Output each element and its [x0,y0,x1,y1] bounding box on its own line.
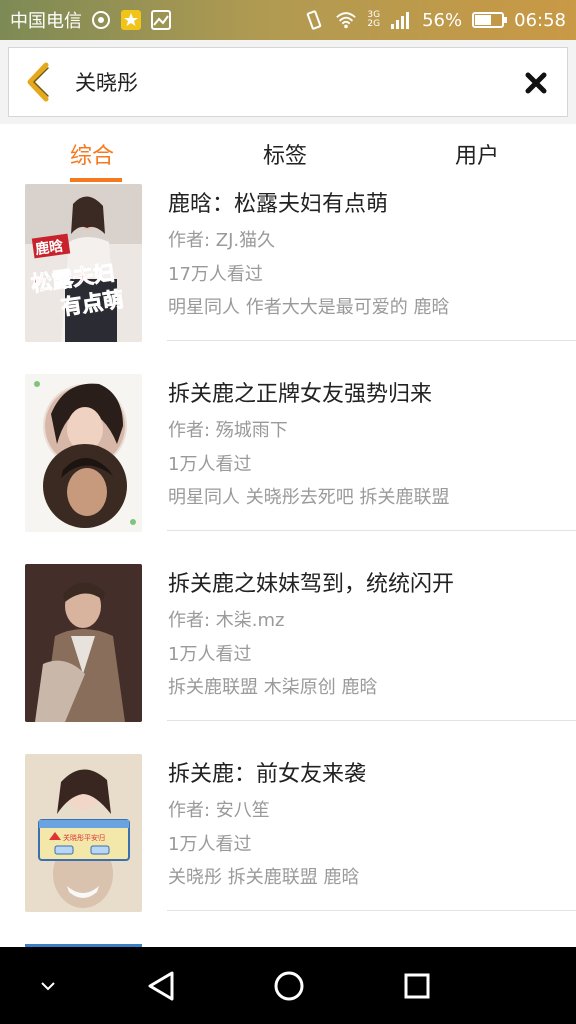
divider [167,340,576,341]
recents-nav-button[interactable] [393,947,441,1024]
triangle-back-icon [148,971,174,1000]
book-views: 17万人看过 [168,264,263,285]
tab-tags[interactable]: 标签 [263,138,307,170]
status-bar: 中国电信 3G 2G 56% 06:58 [0,0,576,40]
book-cover[interactable]: 鹿晗 松露夫妇 有点萌 [25,184,142,342]
list-item[interactable]: 鹿晗 松露夫妇 有点萌 鹿晗：松露夫妇有点萌 作者: ZJ.猫久 17万人看过 … [0,184,576,374]
vibrate-icon [303,9,325,31]
book-title[interactable]: 拆关鹿之妹妹驾到，统统闪开 [168,566,454,598]
close-icon [525,72,547,94]
gallery-icon [150,9,172,31]
divider [167,530,576,531]
book-author: 作者: ZJ.猫久 [168,230,276,251]
book-cover[interactable] [25,374,142,532]
active-tab-indicator [70,178,122,182]
book-cover[interactable] [25,564,142,722]
book-author: 作者: 木柒.mz [168,610,285,631]
book-title[interactable]: 鹿晗：松露夫妇有点萌 [168,186,388,218]
divider [167,720,576,721]
search-input[interactable]: 关晓彤 [75,67,138,97]
carrier-label: 中国电信 [10,11,82,32]
cover-dialog-text: 关晓彤平安归 [63,833,105,842]
square-recents-icon [404,973,430,998]
book-tags: 明星同人 关晓彤去死吧 拆关鹿联盟 [168,487,450,508]
star-app-icon [120,9,142,31]
book-author: 作者: 安八笙 [168,800,270,821]
book-tags: 拆关鹿联盟 木柒原创 鹿晗 [168,677,378,698]
circle-home-icon [274,971,304,1000]
list-item[interactable]: 关晓彤平安归 拆关鹿：前女友来袭 作者: 安八笙 1万人看过 关晓彤 拆关鹿联盟… [0,754,576,944]
wifi-icon [335,9,357,31]
back-nav-button[interactable] [138,947,184,1024]
search-box[interactable]: 关晓彤 [8,47,568,117]
book-tags: 明星同人 作者大大是最可爱的 鹿晗 [168,297,450,318]
hide-nav-button[interactable] [28,947,68,1024]
list-item[interactable]: 拆关鹿之妹妹驾到，统统闪开 作者: 木柒.mz 1万人看过 拆关鹿联盟 木柒原创… [0,564,576,754]
navigation-bar [0,947,576,1024]
tab-comprehensive[interactable]: 综合 [70,138,114,170]
hotspot-icon [90,9,112,31]
book-views: 1万人看过 [168,454,252,475]
back-button[interactable] [9,47,69,117]
network-type-label: 3G 2G [367,10,381,29]
results-list: 鹿晗 松露夫妇 有点萌 鹿晗：松露夫妇有点萌 作者: ZJ.猫久 17万人看过 … [0,184,576,944]
book-views: 1万人看过 [168,834,252,855]
book-author: 作者: 殇城雨下 [168,420,288,441]
chevron-down-icon [41,981,55,990]
signal-icon [390,9,412,31]
battery-percent: 56% [422,9,463,31]
book-views: 1万人看过 [168,644,252,665]
book-title[interactable]: 拆关鹿之正牌女友强势归来 [168,376,432,408]
battery-icon [472,12,508,28]
clear-search-button[interactable] [521,68,551,98]
tab-users[interactable]: 用户 [455,138,499,170]
book-title[interactable]: 拆关鹿：前女友来袭 [168,756,366,788]
book-cover[interactable]: 关晓彤平安归 [25,754,142,912]
tab-bar: 综合 标签 用户 [0,124,576,184]
list-item[interactable]: 拆关鹿之正牌女友强势归来 作者: 殇城雨下 1万人看过 明星同人 关晓彤去死吧 … [0,374,576,564]
book-tags: 关晓彤 拆关鹿联盟 鹿晗 [168,867,360,888]
home-nav-button[interactable] [264,947,314,1024]
clock: 06:58 [514,9,566,31]
search-header: 关晓彤 [0,40,576,124]
divider [167,910,576,911]
chevron-left-icon [27,62,49,102]
